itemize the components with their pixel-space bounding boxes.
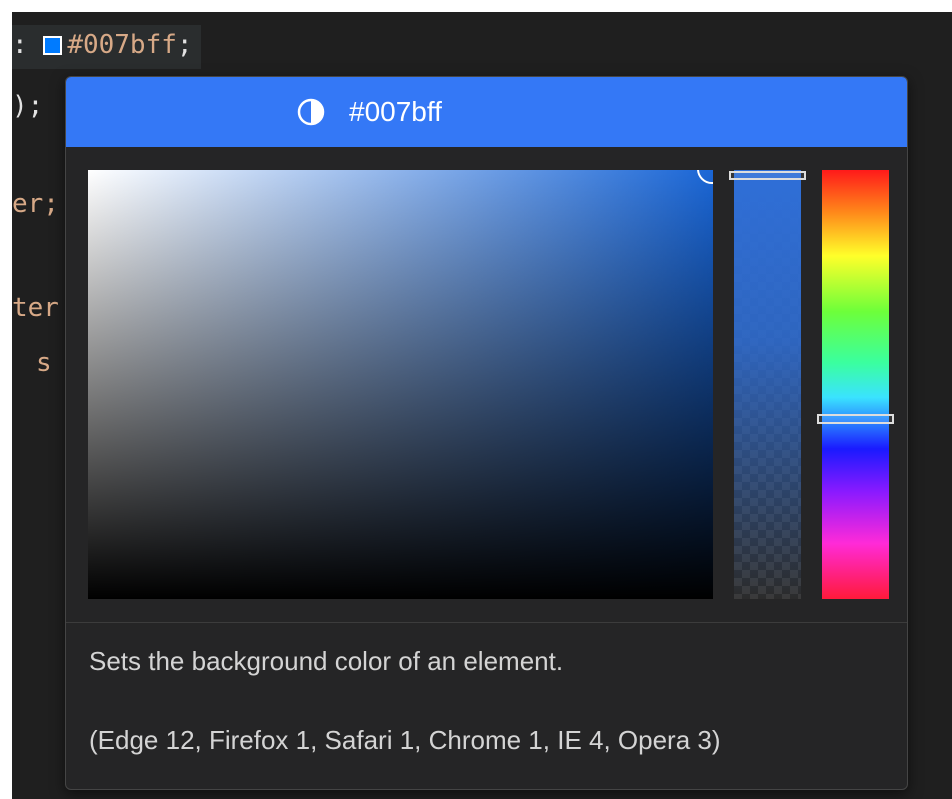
code-editor[interactable]: : #007bff; ); er; ter s #007bff Sets the… [12,12,952,799]
code-line-4: ter [12,288,59,328]
color-picker-widget: #007bff Sets the background color of an … [65,76,908,790]
saturation-brightness-box[interactable] [88,170,713,599]
divider [66,622,907,623]
code-line-5: s [36,343,52,383]
hue-slider[interactable] [817,170,894,599]
code-line-3: er; [12,184,59,224]
opacity-slider[interactable] [729,170,806,599]
property-description: Sets the background color of an element. [89,646,564,676]
contrast-icon [297,98,325,126]
saturation-handle[interactable] [697,170,713,184]
code-hex-value: #007bff [67,30,177,60]
browser-compatibility: (Edge 12, Firefox 1, Safari 1, Chrome 1,… [89,725,721,755]
code-line-2: ); [12,91,44,121]
opacity-slider-handle[interactable] [729,171,806,180]
code-text: er; [12,189,59,219]
color-swatch[interactable] [43,36,63,55]
color-hex-label: #007bff [349,96,442,127]
code-line-color-value[interactable]: : #007bff; [12,25,201,69]
code-text: ter [12,293,59,323]
opacity-gradient [734,170,801,599]
hue-slider-handle[interactable] [817,414,894,424]
code-suffix: ; [176,30,193,60]
code-prefix: : [12,30,28,60]
code-text: s [36,348,52,378]
color-picker-header[interactable]: #007bff [66,77,907,147]
